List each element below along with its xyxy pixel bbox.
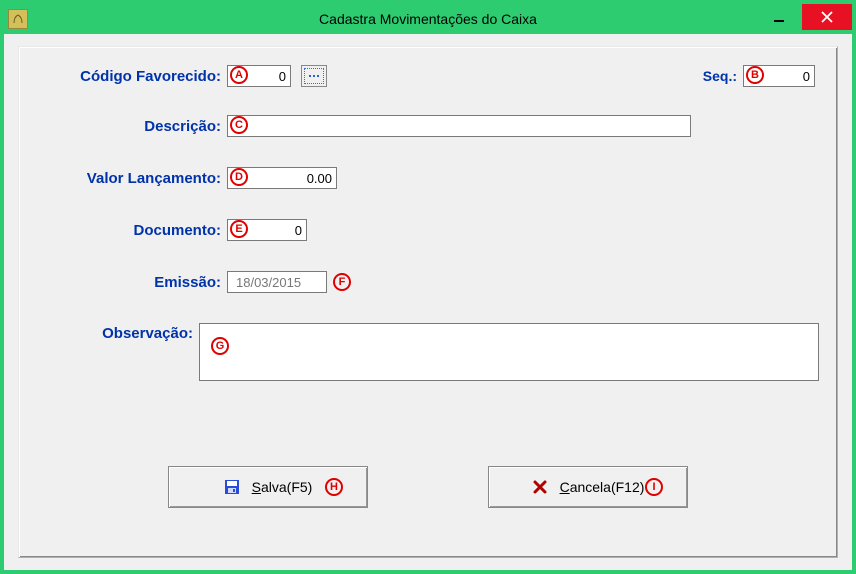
button-row: SSalva(F5)alva(F5) H Cancela(F12) I xyxy=(37,466,819,508)
marker-i: I xyxy=(645,478,663,496)
row-documento: Documento: E xyxy=(37,219,819,241)
observacao-label: Observação: xyxy=(37,325,193,342)
cancel-button[interactable]: Cancela(F12) I xyxy=(488,466,688,508)
codigo-favorecido-label: Código Favorecido: xyxy=(37,68,221,85)
row-codigo-favorecido: Código Favorecido: A xyxy=(37,65,819,87)
save-button[interactable]: SSalva(F5)alva(F5) H xyxy=(168,466,368,508)
marker-b: B xyxy=(746,66,764,84)
emissao-label: Emissão: xyxy=(37,274,221,291)
row-observacao: Observação: G xyxy=(37,323,819,386)
cancel-button-label: Cancela(F12) xyxy=(560,479,645,495)
seq-group: Seq.: B xyxy=(703,65,815,87)
marker-g: G xyxy=(211,337,229,355)
marker-f: F xyxy=(333,273,351,291)
marker-c: C xyxy=(230,116,248,134)
window-controls xyxy=(756,4,852,30)
cancel-icon xyxy=(532,479,548,495)
marker-h: H xyxy=(325,478,343,496)
window-title: Cadastra Movimentações do Caixa xyxy=(319,11,537,27)
marker-a: A xyxy=(230,66,248,84)
descricao-input[interactable] xyxy=(227,115,691,137)
app-icon xyxy=(8,9,28,29)
form-panel: Seq.: B Código Favorecido: A Descriç xyxy=(18,46,838,558)
descricao-label: Descrição: xyxy=(37,118,221,135)
save-button-label: SSalva(F5)alva(F5) xyxy=(252,479,313,495)
app-window: Cadastra Movimentações do Caixa Seq.: B … xyxy=(0,0,856,574)
lookup-button[interactable] xyxy=(301,65,327,87)
minimize-button[interactable] xyxy=(756,4,802,30)
marker-e: E xyxy=(230,220,248,238)
observacao-input[interactable] xyxy=(199,323,819,381)
documento-label: Documento: xyxy=(37,222,221,239)
save-icon xyxy=(224,479,240,495)
row-emissao: Emissão: F xyxy=(37,271,819,293)
row-valor-lancamento: Valor Lançamento: D xyxy=(37,167,819,189)
content-area: Seq.: B Código Favorecido: A Descriç xyxy=(4,34,852,570)
titlebar: Cadastra Movimentações do Caixa xyxy=(4,4,852,34)
marker-d: D xyxy=(230,168,248,186)
row-descricao: Descrição: C xyxy=(37,115,819,137)
seq-label: Seq.: xyxy=(703,68,737,84)
valor-lancamento-label: Valor Lançamento: xyxy=(37,170,221,187)
close-button[interactable] xyxy=(802,4,852,30)
emissao-input[interactable] xyxy=(227,271,327,293)
